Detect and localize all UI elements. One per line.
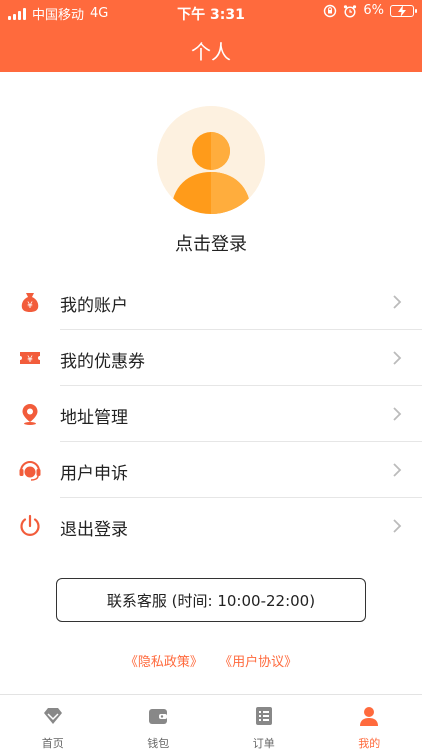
menu-item-label: 退出登录 xyxy=(60,520,128,540)
tab-mine[interactable]: 我的 xyxy=(317,695,422,750)
user-agreement-link[interactable]: 《用户协议》 xyxy=(219,655,297,670)
menu-item-address[interactable]: 地址管理 xyxy=(0,386,422,442)
chevron-right-icon xyxy=(393,295,402,309)
tab-label: 订单 xyxy=(252,737,275,750)
coupon-icon: ¥ xyxy=(20,352,40,365)
menu-item-appeal[interactable]: 用户申诉 xyxy=(0,442,422,498)
contact-service-button[interactable]: 联系客服 (时间: 10:00-22:00) xyxy=(56,578,366,622)
privacy-policy-link[interactable]: 《隐私政策》 xyxy=(125,655,203,670)
tab-bar: 首页 钱包 订单 我的 xyxy=(0,694,422,750)
wallet-icon xyxy=(149,709,168,724)
tab-label: 首页 xyxy=(41,737,64,750)
rotation-lock-icon xyxy=(324,4,337,17)
page-title: 个人 xyxy=(191,40,231,64)
battery-icon xyxy=(390,4,417,17)
order-list-icon xyxy=(255,707,272,725)
policy-links: 《隐私政策》 《用户协议》 xyxy=(0,651,422,670)
menu-item-logout[interactable]: 退出登录 xyxy=(0,498,422,554)
menu-list: ¥ 我的账户 ¥ 我的优惠券 地址管理 用户申诉 退出登录 xyxy=(0,274,422,554)
svg-text:¥: ¥ xyxy=(27,355,33,365)
battery-percent: 6% xyxy=(363,3,384,18)
menu-item-account[interactable]: ¥ 我的账户 xyxy=(0,274,422,330)
chevron-right-icon xyxy=(393,407,402,421)
customer-service-icon xyxy=(19,461,41,481)
menu-item-label: 地址管理 xyxy=(60,408,128,428)
tab-label: 钱包 xyxy=(147,737,170,750)
svg-text:¥: ¥ xyxy=(27,301,33,311)
chevron-right-icon xyxy=(393,519,402,533)
menu-item-label: 用户申诉 xyxy=(60,464,128,484)
tab-orders[interactable]: 订单 xyxy=(211,695,317,750)
chevron-right-icon xyxy=(393,463,402,477)
alarm-icon xyxy=(344,4,357,18)
login-link[interactable]: 点击登录 xyxy=(0,230,422,256)
user-avatar-icon xyxy=(157,106,265,214)
menu-item-label: 我的优惠券 xyxy=(60,352,145,372)
user-icon xyxy=(360,707,379,726)
money-bag-icon: ¥ xyxy=(21,293,39,312)
avatar[interactable] xyxy=(157,106,265,214)
tab-wallet[interactable]: 钱包 xyxy=(106,695,212,750)
power-icon xyxy=(20,514,40,536)
top-bar: 中国移动 4G 下午 3:31 6% 个人 xyxy=(0,0,422,72)
diamond-icon xyxy=(43,708,62,724)
menu-item-coupons[interactable]: ¥ 我的优惠券 xyxy=(0,330,422,386)
status-right: 6% xyxy=(323,3,417,18)
menu-item-label: 我的账户 xyxy=(60,296,128,316)
tab-label: 我的 xyxy=(358,737,381,750)
status-bar: 中国移动 4G 下午 3:31 6% xyxy=(0,0,422,24)
location-pin-icon xyxy=(22,404,38,425)
tab-home[interactable]: 首页 xyxy=(0,695,106,750)
chevron-right-icon xyxy=(393,351,402,365)
